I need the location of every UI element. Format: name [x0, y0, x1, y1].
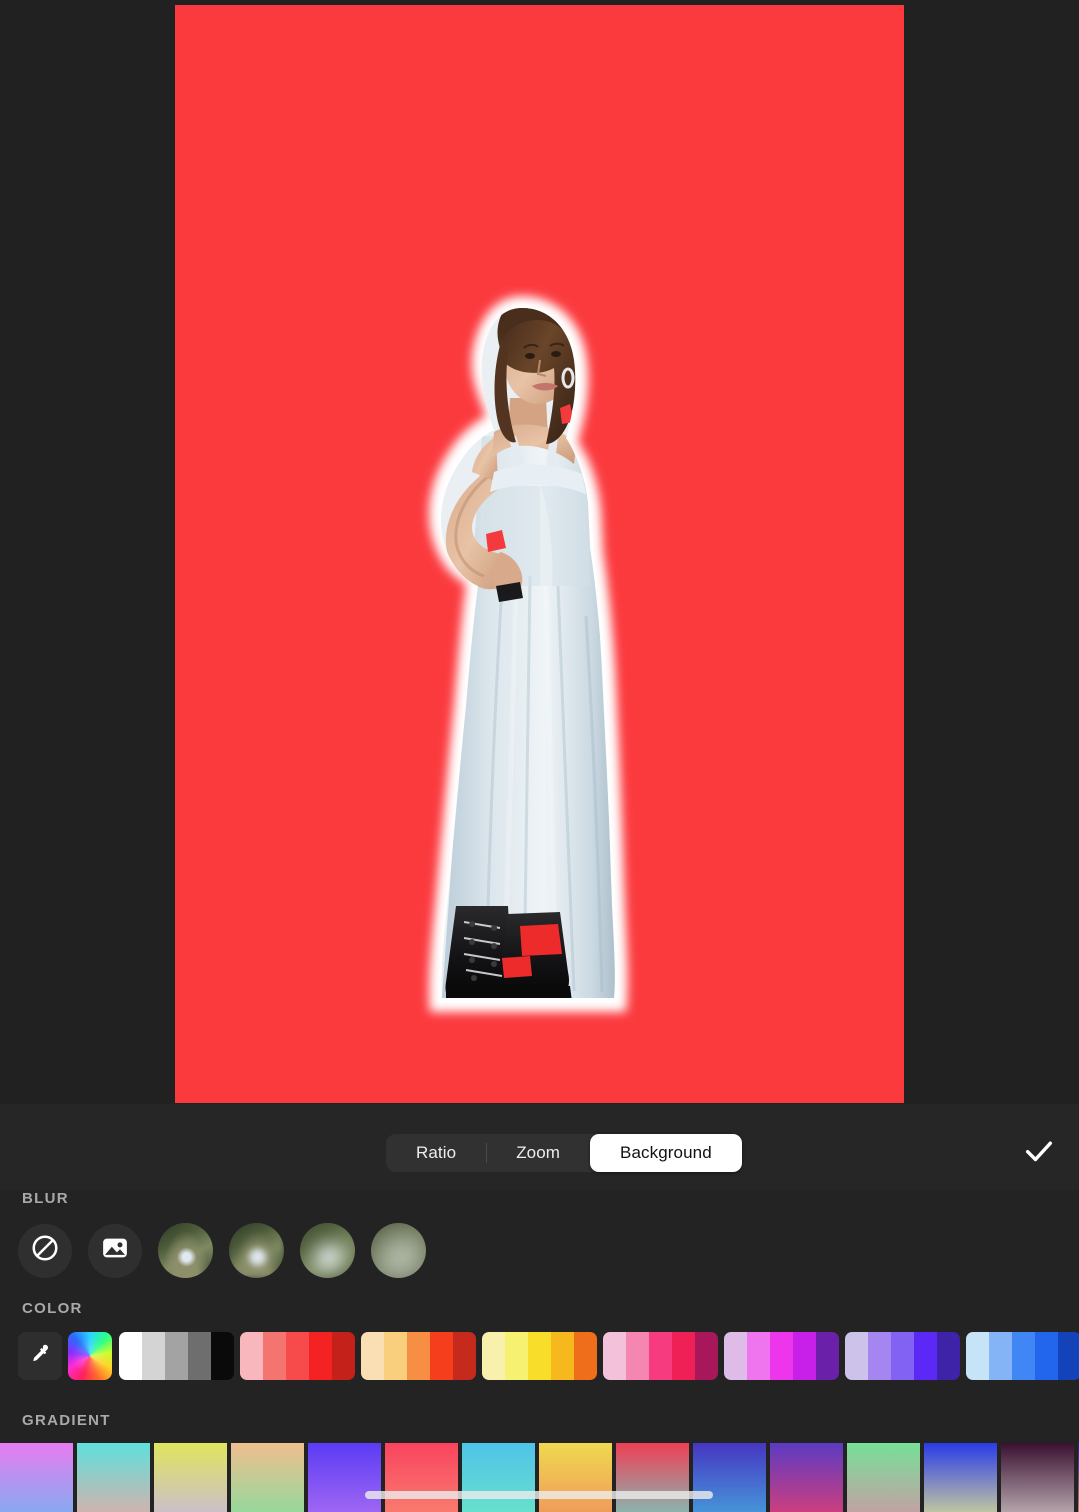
color-swatch-yellows-4[interactable]: [551, 1332, 574, 1380]
color-swatch-strip[interactable]: [119, 1332, 1079, 1380]
color-swatch-yellows-2[interactable]: [505, 1332, 528, 1380]
blur-none-button[interactable]: [18, 1223, 72, 1278]
tab-ratio[interactable]: Ratio: [386, 1134, 486, 1172]
swatch-group-grayscale: [119, 1332, 234, 1380]
color-swatch-yellows-3[interactable]: [528, 1332, 551, 1380]
color-swatch-oranges-1[interactable]: [361, 1332, 384, 1380]
swatch-group-yellows: [482, 1332, 597, 1380]
blur-thumbnail-2[interactable]: [229, 1223, 284, 1278]
color-swatch-reds-2[interactable]: [263, 1332, 286, 1380]
color-swatch-oranges-5[interactable]: [453, 1332, 476, 1380]
color-swatch-violets-1[interactable]: [845, 1332, 868, 1380]
eyedropper-icon: [28, 1342, 52, 1371]
color-swatch-magentas-1[interactable]: [724, 1332, 747, 1380]
gradient-6[interactable]: [385, 1443, 458, 1512]
swatch-group-magentas: [724, 1332, 839, 1380]
color-swatch-oranges-2[interactable]: [384, 1332, 407, 1380]
swatch-group-oranges: [361, 1332, 476, 1380]
image-icon: [100, 1233, 130, 1268]
gradient-7[interactable]: [462, 1443, 535, 1512]
tab-background[interactable]: Background: [590, 1134, 742, 1172]
gradient-options-row[interactable]: [0, 1443, 1079, 1512]
blur-thumbnail-3[interactable]: [300, 1223, 355, 1278]
tab-zoom[interactable]: Zoom: [486, 1134, 590, 1172]
swatch-group-violets: [845, 1332, 960, 1380]
color-swatch-pinks-1[interactable]: [603, 1332, 626, 1380]
color-swatch-magentas-2[interactable]: [747, 1332, 770, 1380]
color-swatch-violets-3[interactable]: [891, 1332, 914, 1380]
color-swatch-pinks-2[interactable]: [626, 1332, 649, 1380]
color-wheel-swatch[interactable]: [68, 1332, 112, 1380]
gradient-5[interactable]: [308, 1443, 381, 1512]
gradient-2[interactable]: [77, 1443, 150, 1512]
color-swatch-grayscale-4[interactable]: [188, 1332, 211, 1380]
confirm-button[interactable]: [1013, 1128, 1065, 1178]
gradient-10[interactable]: [693, 1443, 766, 1512]
color-swatch-reds-5[interactable]: [332, 1332, 355, 1380]
image-canvas[interactable]: [175, 5, 904, 1103]
swatch-group-reds: [240, 1332, 355, 1380]
color-swatch-grayscale-3[interactable]: [165, 1332, 188, 1380]
gradient-1[interactable]: [0, 1443, 73, 1512]
blur-section: BLUR: [0, 1190, 1079, 1278]
gradient-3[interactable]: [154, 1443, 227, 1512]
color-swatch-grayscale-5[interactable]: [211, 1332, 234, 1380]
color-swatch-blues-1[interactable]: [966, 1332, 989, 1380]
color-swatch-reds-4[interactable]: [309, 1332, 332, 1380]
color-swatch-magentas-4[interactable]: [793, 1332, 816, 1380]
color-section-label: COLOR: [22, 1300, 83, 1317]
subject-cutout[interactable]: [390, 286, 640, 1086]
subject-body: [440, 308, 615, 998]
color-swatch-violets-2[interactable]: [868, 1332, 891, 1380]
color-swatch-reds-1[interactable]: [240, 1332, 263, 1380]
swatch-group-pinks: [603, 1332, 718, 1380]
color-swatch-pinks-3[interactable]: [649, 1332, 672, 1380]
boots: [445, 906, 572, 998]
color-swatch-reds-3[interactable]: [286, 1332, 309, 1380]
eyedropper-button[interactable]: [18, 1332, 62, 1380]
gradient-11[interactable]: [770, 1443, 843, 1512]
color-swatch-yellows-5[interactable]: [574, 1332, 597, 1380]
color-swatch-oranges-3[interactable]: [407, 1332, 430, 1380]
color-swatch-violets-4[interactable]: [914, 1332, 937, 1380]
background-editor-screen: Ratio Zoom Background BLUR COLOR GRADIEN…: [0, 0, 1079, 1512]
blur-thumbnail-1[interactable]: [158, 1223, 213, 1278]
color-swatch-grayscale-2[interactable]: [142, 1332, 165, 1380]
gradient-4[interactable]: [231, 1443, 304, 1512]
color-swatch-pinks-5[interactable]: [695, 1332, 718, 1380]
color-swatch-oranges-4[interactable]: [430, 1332, 453, 1380]
no-blur-icon: [30, 1233, 60, 1268]
color-options-row[interactable]: [18, 1332, 1079, 1380]
check-icon: [1022, 1134, 1056, 1173]
mode-segmented-control[interactable]: Ratio Zoom Background: [386, 1134, 742, 1172]
color-section: COLOR: [0, 1300, 1079, 1380]
home-indicator[interactable]: [365, 1491, 713, 1499]
color-swatch-grayscale-1[interactable]: [119, 1332, 142, 1380]
color-swatch-blues-3[interactable]: [1012, 1332, 1035, 1380]
color-swatch-blues-5[interactable]: [1058, 1332, 1079, 1380]
background-options-panel: BLUR COLOR GRADIENT: [0, 1190, 1079, 1512]
color-swatch-blues-4[interactable]: [1035, 1332, 1058, 1380]
canvas-area: [0, 0, 1079, 1104]
color-swatch-yellows-1[interactable]: [482, 1332, 505, 1380]
gradient-section-label: GRADIENT: [22, 1412, 111, 1429]
color-swatch-pinks-4[interactable]: [672, 1332, 695, 1380]
gradient-13[interactable]: [924, 1443, 997, 1512]
blur-thumbnail-4[interactable]: [371, 1223, 426, 1278]
color-swatch-violets-5[interactable]: [937, 1332, 960, 1380]
swatch-group-blues: [966, 1332, 1079, 1380]
color-swatch-blues-2[interactable]: [989, 1332, 1012, 1380]
blur-image-button[interactable]: [88, 1223, 142, 1278]
editor-toolbar: Ratio Zoom Background: [0, 1104, 1079, 1190]
gradient-8[interactable]: [539, 1443, 612, 1512]
blur-options-row[interactable]: [18, 1223, 1079, 1278]
gradient-12[interactable]: [847, 1443, 920, 1512]
color-swatch-magentas-5[interactable]: [816, 1332, 839, 1380]
gradient-9[interactable]: [616, 1443, 689, 1512]
blur-section-label: BLUR: [22, 1190, 69, 1207]
color-swatch-magentas-3[interactable]: [770, 1332, 793, 1380]
gradient-14[interactable]: [1001, 1443, 1074, 1512]
